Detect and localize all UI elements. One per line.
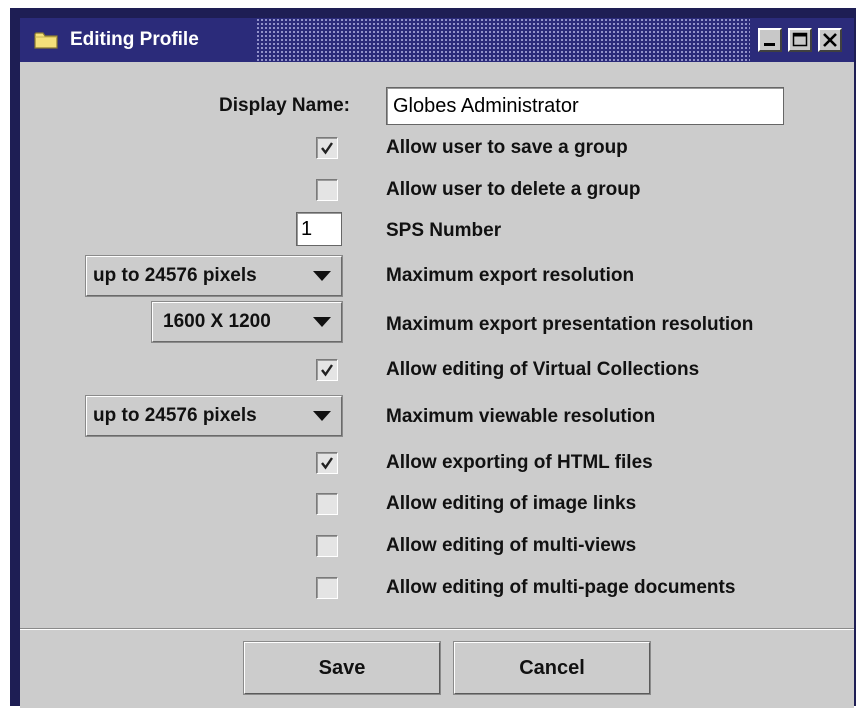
divider [20,628,854,630]
sps-number-field[interactable]: 1 [296,212,342,246]
export-presentation-resolution-value: 1600 X 1200 [163,311,271,332]
multi-views-checkbox[interactable] [316,535,338,557]
close-button[interactable] [818,28,842,52]
chevron-down-icon [313,317,331,327]
export-resolution-value: up to 24576 pixels [93,265,257,286]
minimize-icon [764,43,775,46]
viewable-resolution-dropdown[interactable]: up to 24576 pixels [86,396,342,436]
editing-profile-window: Editing Profile Display Name: Globes Adm… [10,8,856,708]
maximize-icon [792,32,808,47]
checkmark-icon [321,457,333,470]
cancel-button[interactable]: Cancel [454,642,650,694]
delete-group-checkbox[interactable] [316,179,338,201]
sps-number-label: SPS Number [386,220,502,241]
checkmark-icon [321,142,333,155]
save-group-label: Allow user to save a group [386,137,628,158]
checkmark-icon [321,364,333,377]
export-html-label: Allow exporting of HTML files [386,452,653,473]
display-name-field[interactable]: Globes Administrator [386,87,784,125]
chevron-down-icon [313,271,331,281]
window-title: Editing Profile [70,29,199,50]
multi-page-label: Allow editing of multi-page documents [386,577,736,598]
virtual-collections-checkbox[interactable] [316,359,338,381]
window-controls [750,18,854,62]
export-html-checkbox[interactable] [316,452,338,474]
folder-icon [34,31,58,49]
title-bar-left: Editing Profile [20,18,256,62]
image-links-checkbox[interactable] [316,493,338,515]
export-resolution-label: Maximum export resolution [386,265,635,286]
image-links-label: Allow editing of image links [386,493,637,514]
viewable-resolution-value: up to 24576 pixels [93,405,257,426]
display-name-label: Display Name: [219,95,350,116]
viewable-resolution-label: Maximum viewable resolution [386,406,656,427]
save-group-checkbox[interactable] [316,137,338,159]
save-button[interactable]: Save [244,642,440,694]
export-resolution-dropdown[interactable]: up to 24576 pixels [86,256,342,296]
delete-group-label: Allow user to delete a group [386,179,641,200]
virtual-collections-label: Allow editing of Virtual Collections [386,359,700,380]
multi-page-checkbox[interactable] [316,577,338,599]
minimize-button[interactable] [758,28,782,52]
dialog-content: Display Name: Globes Administrator Allow… [20,62,854,708]
multi-views-label: Allow editing of multi-views [386,535,637,556]
chevron-down-icon [313,411,331,421]
close-icon [823,33,837,47]
maximize-button[interactable] [788,28,812,52]
export-presentation-resolution-dropdown[interactable]: 1600 X 1200 [152,302,342,342]
export-presentation-resolution-label: Maximum export presentation resolution [386,314,754,335]
title-bar[interactable]: Editing Profile [20,18,854,62]
